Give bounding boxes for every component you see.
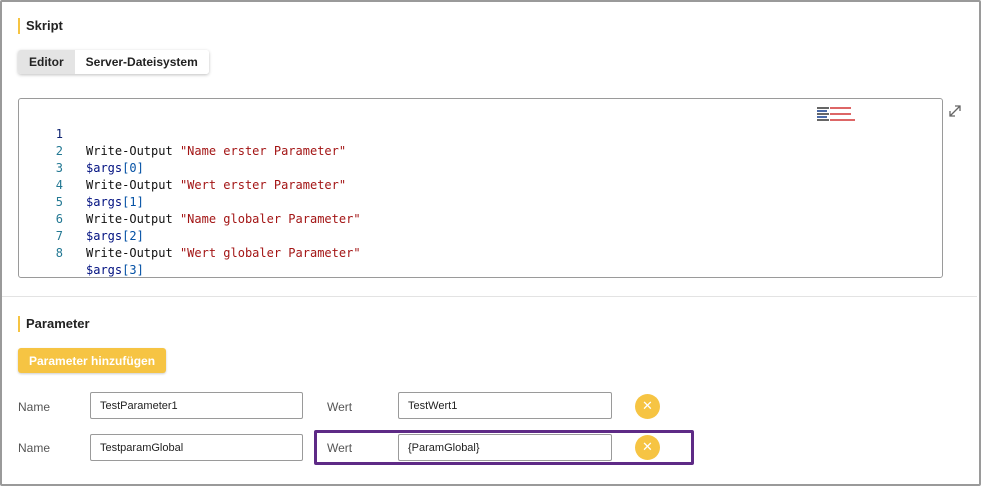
close-icon: ✕ xyxy=(642,399,653,414)
tab-editor[interactable]: Editor xyxy=(18,50,75,74)
code-line: 7 Write-Output "Wert globaler Parameter" xyxy=(19,211,361,260)
section-title-skript: Skript xyxy=(18,18,63,34)
remove-parameter-button[interactable]: ✕ xyxy=(635,394,660,419)
parameter-name-input[interactable] xyxy=(90,434,303,461)
code-command: Write-Output xyxy=(86,178,173,192)
code-line: 3 Write-Output "Wert erster Parameter" xyxy=(19,143,346,192)
code-index: 0 xyxy=(129,161,137,175)
expand-diagonal-icon[interactable] xyxy=(948,104,962,118)
section-title-parameter: Parameter xyxy=(18,316,90,332)
code-line: 5 Write-Output "Name globaler Parameter" xyxy=(19,177,361,226)
code-index: 1 xyxy=(129,195,137,209)
value-label: Wert xyxy=(327,400,353,414)
parameter-value-input[interactable] xyxy=(398,392,612,419)
code-line: 8 $args[3] xyxy=(19,228,144,277)
code-index: 3 xyxy=(129,263,137,277)
code-command: Write-Output xyxy=(86,246,173,260)
editor-tab-bar: Editor Server-Dateisystem xyxy=(18,50,209,74)
remove-parameter-button[interactable]: ✕ xyxy=(635,435,660,460)
editor-minimap[interactable] xyxy=(817,107,859,125)
name-label: Name xyxy=(18,400,51,414)
add-parameter-button[interactable]: Parameter hinzufügen xyxy=(18,348,167,373)
code-command: Write-Output xyxy=(86,212,173,226)
code-line: 2 $args[0] xyxy=(19,126,144,175)
value-label: Wert xyxy=(327,441,353,455)
code-bracket: ] xyxy=(136,229,144,243)
code-line: 4 $args[1] xyxy=(19,160,144,209)
code-variable: $args xyxy=(86,229,123,243)
parameter-value-input[interactable] xyxy=(398,434,612,461)
close-icon: ✕ xyxy=(642,440,653,455)
code-string: "Wert erster Parameter" xyxy=(179,178,347,192)
code-index: 2 xyxy=(129,229,137,243)
parameter-name-input[interactable] xyxy=(90,392,303,419)
code-bracket: ] xyxy=(136,161,144,175)
code-bracket: ] xyxy=(136,263,144,277)
line-number: 8 xyxy=(55,246,63,260)
code-string: "Name erster Parameter" xyxy=(179,144,347,158)
name-label: Name xyxy=(18,441,51,455)
code-variable: $args xyxy=(86,161,123,175)
tab-server-dateisystem[interactable]: Server-Dateisystem xyxy=(74,50,209,74)
code-string: "Name globaler Parameter" xyxy=(179,212,361,226)
code-line: 6 $args[2] xyxy=(19,194,144,243)
code-command: Write-Output xyxy=(86,144,173,158)
code-variable: $args xyxy=(86,263,123,277)
code-line: 1 Write-Output "Name erster Parameter" xyxy=(19,109,346,158)
code-variable: $args xyxy=(86,195,123,209)
code-editor[interactable]: 1 Write-Output "Name erster Parameter" 2… xyxy=(18,98,943,278)
code-bracket: ] xyxy=(136,195,144,209)
code-string: "Wert globaler Parameter" xyxy=(179,246,361,260)
section-divider xyxy=(2,296,977,297)
